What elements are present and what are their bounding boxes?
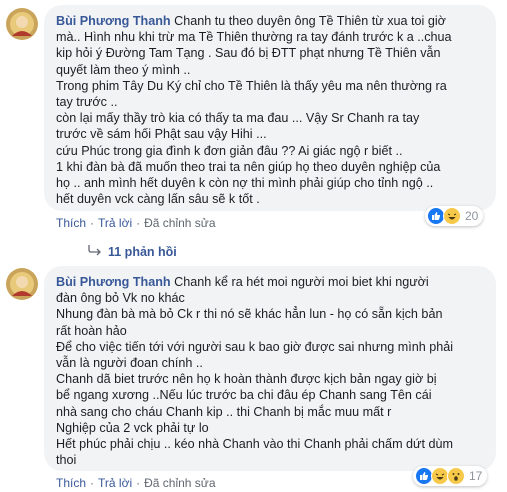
like-button[interactable]: Thích bbox=[56, 476, 86, 490]
reaction-summary[interactable]: 17 bbox=[413, 466, 488, 486]
comment-actions: Thích · Trả lời · Đã chỉnh sửa bbox=[56, 216, 216, 230]
wow-icon bbox=[447, 467, 465, 485]
comment-text-line: Hết phúc phải chịu .. kéo nhà Chanh vào … bbox=[56, 437, 453, 452]
comment-text-line: quyết làm theo ý mình .. bbox=[56, 62, 191, 77]
reply-button[interactable]: Trả lời bbox=[98, 476, 132, 490]
separator-dot: · bbox=[136, 476, 141, 490]
reaction-summary[interactable]: 20 bbox=[425, 206, 484, 226]
comment-text-line: nhà sang cho cháu Chanh kip .. thi Chanh… bbox=[56, 404, 392, 419]
comment-text-line: rất hoàn hảo bbox=[56, 323, 127, 338]
separator-dot: · bbox=[90, 216, 95, 230]
edited-label: Đã chỉnh sửa bbox=[144, 476, 216, 490]
comment-text-line: vẫn là người đoan chính .. bbox=[56, 356, 203, 371]
comment-text-line: Chanh kể ra hét moi người moi biet khi n… bbox=[174, 275, 429, 289]
comment-text-line: mà.. Hình nhu khi trừ ma Tề Thiên thường… bbox=[56, 30, 452, 45]
separator-dot: · bbox=[136, 216, 141, 230]
reply-arrow-icon bbox=[88, 244, 102, 259]
edited-label: Đã chỉnh sửa bbox=[144, 216, 216, 230]
comment-text-line: trước về sám hối Phật sau vậy Hihi ... bbox=[56, 127, 267, 142]
comment-bubble: Bùi Phương Thanh Chanh tu theo duyên ông… bbox=[44, 5, 496, 211]
comment-text-line: hết duyên vck càng lấn sâu sẽ k tốt . bbox=[56, 192, 260, 207]
comment-text-line: họ .. anh mình hết duyên k còn nợ thi mì… bbox=[56, 176, 434, 191]
comment-text-line: 1 khi đàn bà đã muốn theo trai ta nên gi… bbox=[56, 159, 441, 174]
avatar[interactable] bbox=[6, 8, 38, 40]
comment-text-line: bể ngang xương ..Nếu lúc trước ba chi đâ… bbox=[56, 388, 432, 403]
comment-author[interactable]: Bùi Phương Thanh bbox=[56, 275, 171, 289]
comment-text-line: Trong phim Tây Du Ký chỉ cho Tề Thiên là… bbox=[56, 78, 447, 93]
haha-icon bbox=[443, 207, 461, 225]
view-replies-link[interactable]: 11 phản hồi bbox=[88, 244, 177, 259]
comment-text-line: cứu Phúc trong gia đình k đơn giản đâu ?… bbox=[56, 143, 403, 158]
comment-bubble: Bùi Phương Thanh Chanh kể ra hét moi ngư… bbox=[44, 266, 496, 471]
comment-text-line: tay trước .. bbox=[56, 95, 118, 110]
comment-author[interactable]: Bùi Phương Thanh bbox=[56, 14, 171, 28]
comment-text-line: Chanh tu theo duyên ông Tề Thiên từ xua … bbox=[174, 14, 446, 28]
comment-text-line: Chanh dã biet trước nên họ k hoàn thành … bbox=[56, 372, 437, 387]
comment-actions: Thích · Trả lời · Đã chỉnh sửa bbox=[56, 476, 216, 490]
replies-count-label[interactable]: 11 phản hồi bbox=[108, 245, 177, 259]
reply-button[interactable]: Trả lời bbox=[98, 216, 132, 230]
reaction-count: 20 bbox=[465, 209, 479, 223]
comment-text-line: kip hỏi ý Đường Tam Tạng . Sau đó bị ĐTT… bbox=[56, 46, 441, 61]
like-button[interactable]: Thích bbox=[56, 216, 86, 230]
reaction-count: 17 bbox=[469, 469, 483, 483]
comment-text-line: còn lại mấy thầy trò kia có thấy ta ma đ… bbox=[56, 111, 420, 126]
comment-text-line: Nghiệp của 2 vck phải tự lo bbox=[56, 420, 209, 435]
comment-text-line: Nhung đàn bà mà bỏ Ck r thi nó sẽ khác h… bbox=[56, 307, 443, 322]
separator-dot: · bbox=[90, 476, 95, 490]
comment-text-line: Để cho việc tiến tới với người sau k bao… bbox=[56, 339, 454, 354]
avatar[interactable] bbox=[6, 268, 38, 300]
comment-text-line: đàn ông bỏ Vk no khác bbox=[56, 291, 185, 306]
